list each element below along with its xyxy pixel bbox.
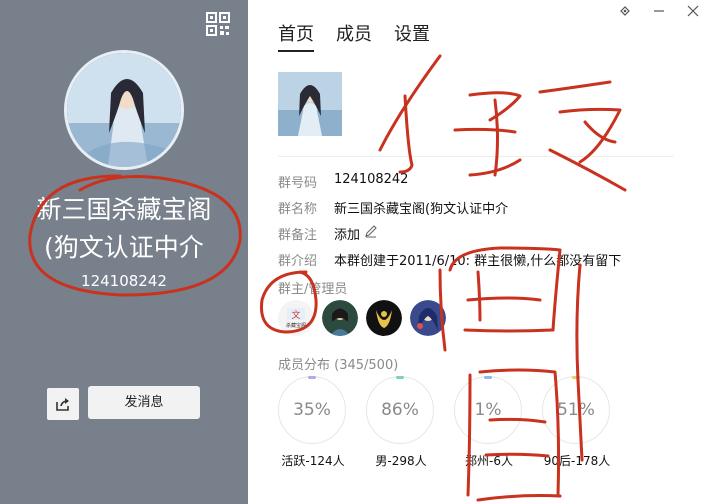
group-remark-add-link[interactable]: 添加 [334,224,360,243]
group-detail-panel: 首页 成员 设置 群号码 124108242 群名称 新三国杀藏宝阁(狗文认证中… [248,0,712,504]
stat-caption: 郑州-6人 [465,454,513,468]
minimize-icon[interactable] [648,4,670,18]
group-intro-row: 群介绍 本群创建于2011/6/10: 群主很懒,什么都没有留下 [278,250,621,269]
stat-percent: 86% [381,400,419,420]
stat-ring: 86% [366,376,434,444]
group-number-row: 群号码 124108242 [278,172,408,191]
qr-code-icon[interactable] [206,12,230,36]
group-name-label: 群名称 [278,202,318,217]
group-avatar[interactable] [64,50,184,170]
group-intro-label: 群介绍 [278,254,318,269]
ring-marker [572,376,580,379]
close-icon[interactable] [682,4,704,18]
group-number-value: 124108242 [334,172,409,187]
group-name-value: 新三国杀藏宝阁(狗文认证中介 [334,202,509,217]
stat-percent: 1% [474,400,502,420]
group-name-line2: (狗文认证中介 [44,233,204,262]
group-remark-row: 群备注 添加 [278,224,378,243]
stat-percent: 35% [293,400,331,420]
send-message-button[interactable]: 发消息 [88,386,200,419]
admin-logo-text: 文 [291,309,300,321]
share-icon [56,398,69,411]
share-button[interactable] [47,388,79,420]
stat-ring: 51% [542,376,610,444]
pin-icon[interactable] [614,4,636,18]
tab-home[interactable]: 首页 [278,20,314,52]
group-name-row: 群名称 新三国杀藏宝阁(狗文认证中介 [278,198,508,217]
window-controls [614,4,704,18]
stat-active[interactable]: 35% 活跃-124人 [278,376,348,469]
tab-members[interactable]: 成员 [336,20,372,52]
tab-bar: 首页 成员 设置 [278,20,430,52]
admin-avatar[interactable] [322,300,358,336]
stat-male[interactable]: 86% 男-298人 [366,376,436,469]
admin-logo-subtext: 杀藏宝阁 [286,322,306,329]
group-id: 124108242 [81,272,167,290]
group-number-label: 群号码 [278,176,318,191]
group-remark-label: 群备注 [278,228,318,243]
member-distribution-label: 成员分布 (345/500) [278,358,399,373]
stat-region[interactable]: 1% 郑州-6人 [454,376,524,469]
stat-caption: 90后-178人 [543,454,611,468]
group-photo[interactable] [278,72,342,136]
member-stats: 35% 活跃-124人 86% 男-298人 1% 郑州-6人 51% 90后-… [278,376,612,469]
admin-avatar[interactable] [410,300,446,336]
stat-percent: 51% [557,400,595,420]
group-name-line1: 新三国杀藏宝阁 [36,195,212,224]
group-intro-value: 本群创建于2011/6/10: 群主很懒,什么都没有留下 [334,254,622,269]
ring-marker [484,376,492,379]
divider [278,156,674,157]
stat-caption: 活跃-124人 [281,454,345,468]
stat-ring: 35% [278,376,346,444]
tab-settings[interactable]: 设置 [394,20,430,52]
admins-label: 群主/管理员 [278,282,348,297]
admin-list: 文 杀藏宝阁 [278,300,446,336]
ring-marker [308,376,316,379]
stat-ring: 1% [454,376,522,444]
stat-age[interactable]: 51% 90后-178人 [542,376,612,469]
stat-caption: 男-298人 [375,454,427,468]
admin-avatar[interactable]: 文 杀藏宝阁 [278,300,314,336]
ring-marker [396,376,404,379]
group-profile-panel: 新三国杀藏宝阁 (狗文认证中介 124108242 发消息 [0,0,248,504]
edit-icon[interactable] [364,224,378,243]
admin-avatar[interactable] [366,300,402,336]
